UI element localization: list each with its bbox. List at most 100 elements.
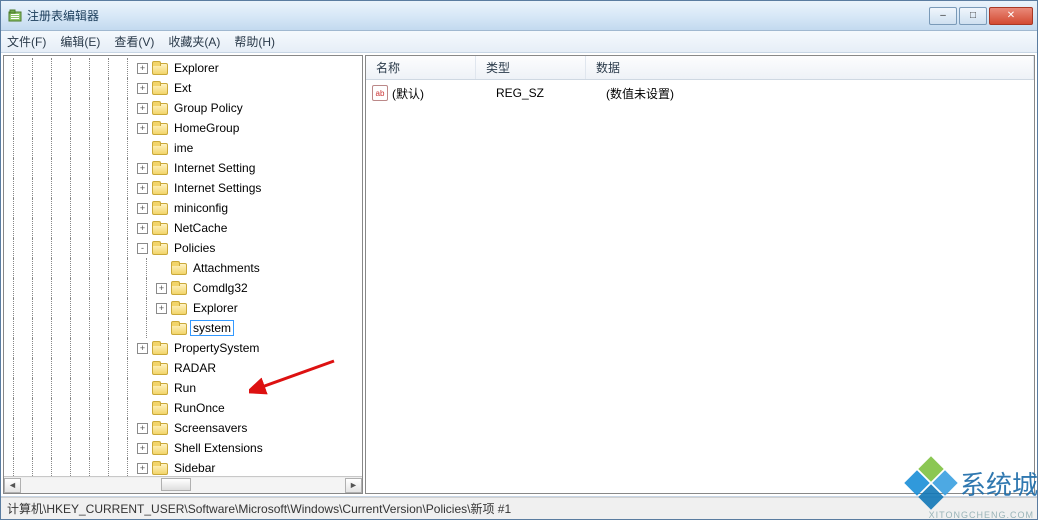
tree-item[interactable]: Run <box>4 378 362 398</box>
folder-icon <box>152 361 168 375</box>
scroll-left-button[interactable]: ◄ <box>4 478 21 493</box>
tree-item[interactable]: ime <box>4 138 362 158</box>
tree-item-label: HomeGroup <box>171 120 242 136</box>
folder-icon <box>152 201 168 215</box>
string-value-icon: ab <box>372 85 388 101</box>
tree-item-label: Screensavers <box>171 420 250 436</box>
tree-item-label: RunOnce <box>171 400 228 416</box>
expand-icon <box>137 143 148 154</box>
folder-icon <box>152 221 168 235</box>
titlebar[interactable]: 注册表编辑器 – □ ✕ <box>1 1 1037 31</box>
tree-item[interactable]: -Policies <box>4 238 362 258</box>
expand-icon[interactable]: + <box>137 163 148 174</box>
folder-icon <box>152 441 168 455</box>
value-row[interactable]: ab(默认)REG_SZ(数值未设置) <box>366 83 1034 103</box>
menu-view[interactable]: 查看(V) <box>114 33 154 50</box>
expand-icon[interactable]: + <box>137 423 148 434</box>
tree-item-label: Internet Settings <box>171 180 264 196</box>
tree-item[interactable]: + Shell Extensions <box>4 438 362 458</box>
expand-icon[interactable]: + <box>137 443 148 454</box>
expand-icon[interactable]: + <box>137 223 148 234</box>
folder-icon <box>171 321 187 335</box>
expand-icon[interactable]: + <box>137 83 148 94</box>
tree-item-label: RADAR <box>171 360 219 376</box>
tree-item-label: Sidebar <box>171 460 218 476</box>
tree-item[interactable]: + miniconfig <box>4 198 362 218</box>
folder-icon <box>152 101 168 115</box>
client-area: +Explorer+Ext+Group Policy+HomeGroupime+… <box>1 53 1037 497</box>
expand-icon <box>156 323 167 334</box>
col-data[interactable]: 数据 <box>586 56 1034 79</box>
tree-item-label[interactable]: system <box>190 320 234 336</box>
expand-icon[interactable]: + <box>156 283 167 294</box>
collapse-icon[interactable]: - <box>137 243 148 254</box>
tree-item[interactable]: +PropertySystem <box>4 338 362 358</box>
col-type[interactable]: 类型 <box>476 56 586 79</box>
expand-icon[interactable]: + <box>137 463 148 474</box>
col-name[interactable]: 名称 <box>366 56 476 79</box>
close-button[interactable]: ✕ <box>989 7 1033 25</box>
tree-item[interactable]: Attachments <box>4 258 362 278</box>
menu-file[interactable]: 文件(F) <box>7 33 46 50</box>
tree-pane: +Explorer+Ext+Group Policy+HomeGroupime+… <box>3 55 363 494</box>
scroll-right-button[interactable]: ► <box>345 478 362 493</box>
tree-item-label: Comdlg32 <box>190 280 251 296</box>
menu-favorites[interactable]: 收藏夹(A) <box>168 33 220 50</box>
folder-icon <box>152 61 168 75</box>
tree-item[interactable]: RunOnce <box>4 398 362 418</box>
folder-icon <box>152 141 168 155</box>
expand-icon[interactable]: + <box>137 63 148 74</box>
tree-item-label: Ext <box>171 80 194 96</box>
tree-item[interactable]: + Screensavers <box>4 418 362 438</box>
tree-item[interactable]: + Group Policy <box>4 98 362 118</box>
folder-icon <box>171 281 187 295</box>
values-header: 名称 类型 数据 <box>366 56 1034 80</box>
tree-item[interactable]: RADAR <box>4 358 362 378</box>
tree-item[interactable]: system <box>4 318 362 338</box>
tree-horizontal-scrollbar[interactable]: ◄ ► <box>4 476 362 493</box>
folder-icon <box>152 121 168 135</box>
values-list: ab(默认)REG_SZ(数值未设置) <box>366 80 1034 106</box>
expand-icon[interactable]: + <box>137 183 148 194</box>
tree-item[interactable]: +Explorer <box>4 58 362 78</box>
tree-item[interactable]: + Explorer <box>4 298 362 318</box>
folder-icon <box>152 421 168 435</box>
tree-item-label: miniconfig <box>171 200 231 216</box>
menu-help[interactable]: 帮助(H) <box>234 33 275 50</box>
watermark-subtext: XITONGCHENG.COM <box>929 510 1034 520</box>
expand-icon[interactable]: + <box>137 103 148 114</box>
expand-icon[interactable]: + <box>137 123 148 134</box>
folder-icon <box>171 261 187 275</box>
tree-item-label: Attachments <box>190 260 263 276</box>
expand-icon <box>156 263 167 274</box>
values-pane: 名称 类型 数据 ab(默认)REG_SZ(数值未设置) <box>365 55 1035 494</box>
menu-edit[interactable]: 编辑(E) <box>60 33 100 50</box>
value-data: (数值未设置) <box>606 85 1034 102</box>
tree-item-label: ime <box>171 140 196 156</box>
registry-editor-window: 注册表编辑器 – □ ✕ 文件(F) 编辑(E) 查看(V) 收藏夹(A) 帮助… <box>0 0 1038 520</box>
tree-scroll[interactable]: +Explorer+Ext+Group Policy+HomeGroupime+… <box>4 56 362 476</box>
value-name: (默认) <box>392 85 496 102</box>
tree-item[interactable]: +Internet Setting <box>4 158 362 178</box>
scroll-track[interactable] <box>21 478 345 493</box>
scroll-thumb[interactable] <box>161 478 191 491</box>
expand-icon <box>137 363 148 374</box>
folder-icon <box>152 181 168 195</box>
expand-icon[interactable]: + <box>137 203 148 214</box>
tree-item[interactable]: + HomeGroup <box>4 118 362 138</box>
tree-item[interactable]: + Ext <box>4 78 362 98</box>
tree-item[interactable]: + Comdlg32 <box>4 278 362 298</box>
tree-item-label: Shell Extensions <box>171 440 266 456</box>
tree-item[interactable]: + Sidebar <box>4 458 362 476</box>
value-type: REG_SZ <box>496 86 606 100</box>
tree-item-label: Group Policy <box>171 100 246 116</box>
tree-item[interactable]: + Internet Settings <box>4 178 362 198</box>
watermark: 系统城 <box>908 460 1038 506</box>
maximize-button[interactable]: □ <box>959 7 987 25</box>
minimize-button[interactable]: – <box>929 7 957 25</box>
tree-item-label: Explorer <box>190 300 241 316</box>
expand-icon[interactable]: + <box>137 343 148 354</box>
folder-icon <box>152 381 168 395</box>
expand-icon[interactable]: + <box>156 303 167 314</box>
tree-item[interactable]: +NetCache <box>4 218 362 238</box>
